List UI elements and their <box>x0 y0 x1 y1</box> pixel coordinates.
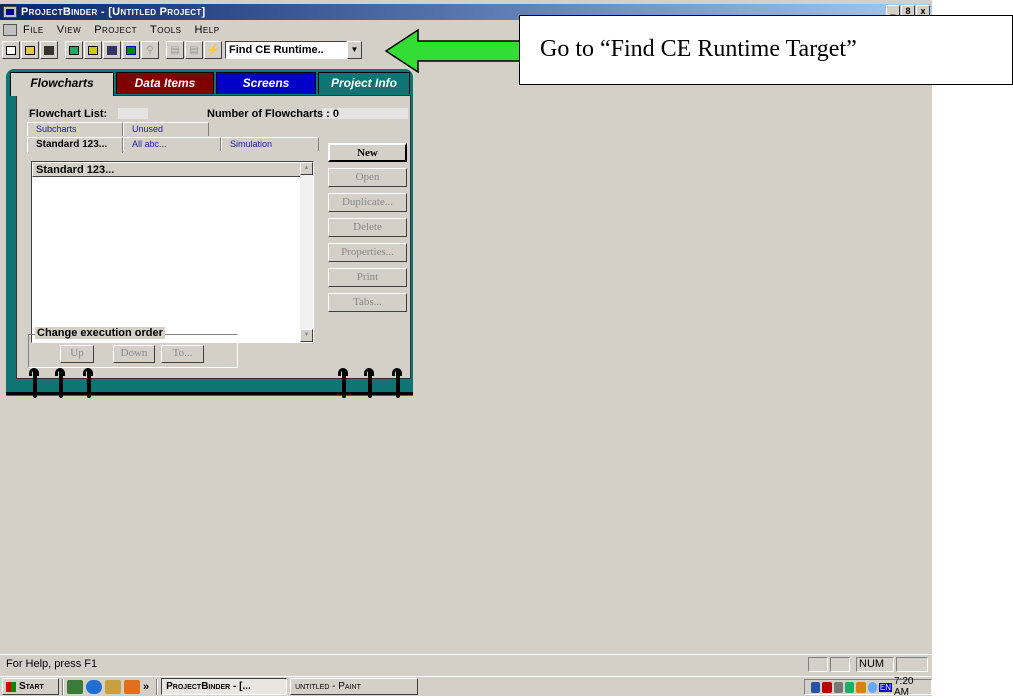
instruction-callout: Go to “Find CE Runtime Target” <box>519 15 1013 85</box>
binder-ring <box>33 370 37 398</box>
menu-file[interactable]: File <box>23 24 44 36</box>
down-button[interactable]: Down <box>113 345 155 363</box>
language-indicator[interactable]: EN <box>878 682 892 692</box>
tray-app-icon[interactable] <box>844 681 855 693</box>
target-combo[interactable]: Find CE Runtime.. ▼ <box>225 41 362 59</box>
window-title: ProjectBinder - [Untitled Project] <box>21 6 206 18</box>
chevron-down-icon[interactable]: ▼ <box>347 41 362 59</box>
flowchart-icon[interactable] <box>65 41 83 59</box>
binder-spine <box>6 392 413 395</box>
status-bar: For Help, press F1 NUM <box>0 654 932 672</box>
project-info-icon[interactable] <box>122 41 140 59</box>
download-icon[interactable]: ▤ <box>185 41 203 59</box>
binder-ring <box>87 370 91 398</box>
menu-help[interactable]: Help <box>194 24 219 36</box>
screens-icon[interactable] <box>103 41 121 59</box>
print-button[interactable]: Print <box>328 268 407 287</box>
list-header-field <box>118 108 148 119</box>
taskbar-separator <box>156 678 159 695</box>
status-pane <box>808 657 828 672</box>
tab-data-items[interactable]: Data Items <box>116 72 214 94</box>
tray-app-icon[interactable] <box>856 681 866 693</box>
status-help-text: For Help, press F1 <box>6 658 98 670</box>
taskbar: Start » ProjectBinder - [... untitled - … <box>0 676 932 698</box>
data-items-icon[interactable] <box>84 41 102 59</box>
flowchart-list-label: Flowchart List: <box>29 108 108 120</box>
green-arrow-icon <box>384 28 521 74</box>
flowchart-list[interactable]: Standard 123... ▲ ▼ <box>31 161 314 343</box>
binder-ring <box>59 370 63 398</box>
properties-button[interactable]: Properties... <box>328 243 407 262</box>
binder-ring <box>396 370 400 398</box>
task-projectbinder[interactable]: ProjectBinder - [... <box>161 678 288 695</box>
new-file-icon[interactable] <box>2 41 20 59</box>
tray-app-icon[interactable] <box>867 681 877 693</box>
status-pane <box>896 657 928 672</box>
binder-tabs: Flowcharts Data Items Screens Project In… <box>6 72 413 96</box>
tab-screens[interactable]: Screens <box>216 72 316 94</box>
execution-order-label: Change execution order <box>35 327 165 339</box>
toolbar: ⚲ ▤ ▤ ⚡ Find CE Runtime.. ▼ <box>2 39 362 61</box>
media-player-icon[interactable] <box>124 679 140 694</box>
num-lock-indicator: NUM <box>856 657 894 672</box>
target-combo-value[interactable]: Find CE Runtime.. <box>225 41 347 59</box>
scroll-up-icon[interactable]: ▲ <box>300 162 313 175</box>
flowchart-count: Number of Flowcharts : 0 <box>207 108 340 120</box>
volume-icon[interactable] <box>833 681 843 693</box>
delete-button[interactable]: Delete <box>328 218 407 237</box>
binder-ring <box>342 370 346 398</box>
browser-icon[interactable] <box>86 679 102 694</box>
clock[interactable]: 7:20 AM <box>894 676 925 698</box>
new-button[interactable]: New <box>328 143 407 162</box>
scroll-down-icon[interactable]: ▼ <box>300 329 313 342</box>
duplicate-button[interactable]: Duplicate... <box>328 193 407 212</box>
subtab-subcharts[interactable]: Subcharts <box>27 122 123 136</box>
tabs-button[interactable]: Tabs... <box>328 293 407 312</box>
find-icon[interactable]: ⚲ <box>141 41 159 59</box>
run-icon[interactable]: ⚡ <box>204 41 222 59</box>
explorer-icon[interactable] <box>105 679 121 694</box>
execution-order-group: Change execution order Up Down To... <box>28 327 238 368</box>
document-icon[interactable] <box>3 24 17 36</box>
tab-project-info[interactable]: Project Info <box>318 72 410 94</box>
to-button[interactable]: To... <box>161 345 204 363</box>
menu-project[interactable]: Project <box>94 24 137 36</box>
start-label: Start <box>19 681 44 692</box>
compile-icon[interactable]: ▤ <box>166 41 184 59</box>
save-icon[interactable] <box>40 41 58 59</box>
tab-flowcharts[interactable]: Flowcharts <box>10 72 114 96</box>
subtab-standard[interactable]: Standard 123... <box>27 137 123 153</box>
list-header[interactable]: Standard 123... <box>32 162 313 177</box>
menu-view[interactable]: View <box>57 24 81 36</box>
desktop-icon[interactable] <box>67 679 83 694</box>
subtab-all[interactable]: All abc... <box>123 137 221 151</box>
start-button[interactable]: Start <box>2 678 59 695</box>
open-button[interactable]: Open <box>328 168 407 187</box>
list-scrollbar[interactable]: ▲ ▼ <box>300 162 313 342</box>
network-icon[interactable] <box>811 681 821 693</box>
system-tray: EN 7:20 AM <box>804 676 932 698</box>
windows-logo-icon <box>6 681 16 692</box>
task-label: untitled - Paint <box>295 681 361 692</box>
binder-ring <box>368 370 372 398</box>
task-label: ProjectBinder - [... <box>166 681 251 692</box>
app-icon[interactable] <box>3 6 17 18</box>
subtab-unused[interactable]: Unused <box>123 122 209 136</box>
menu-tools[interactable]: Tools <box>150 24 181 36</box>
shield-icon[interactable] <box>822 681 832 693</box>
open-folder-icon[interactable] <box>21 41 39 59</box>
task-paint[interactable]: untitled - Paint <box>290 678 419 695</box>
up-button[interactable]: Up <box>60 345 94 363</box>
more-quicklaunch-icon[interactable]: » <box>143 681 149 693</box>
subtab-simulation[interactable]: Simulation <box>221 137 319 151</box>
taskbar-separator <box>62 678 64 695</box>
status-pane <box>830 657 850 672</box>
